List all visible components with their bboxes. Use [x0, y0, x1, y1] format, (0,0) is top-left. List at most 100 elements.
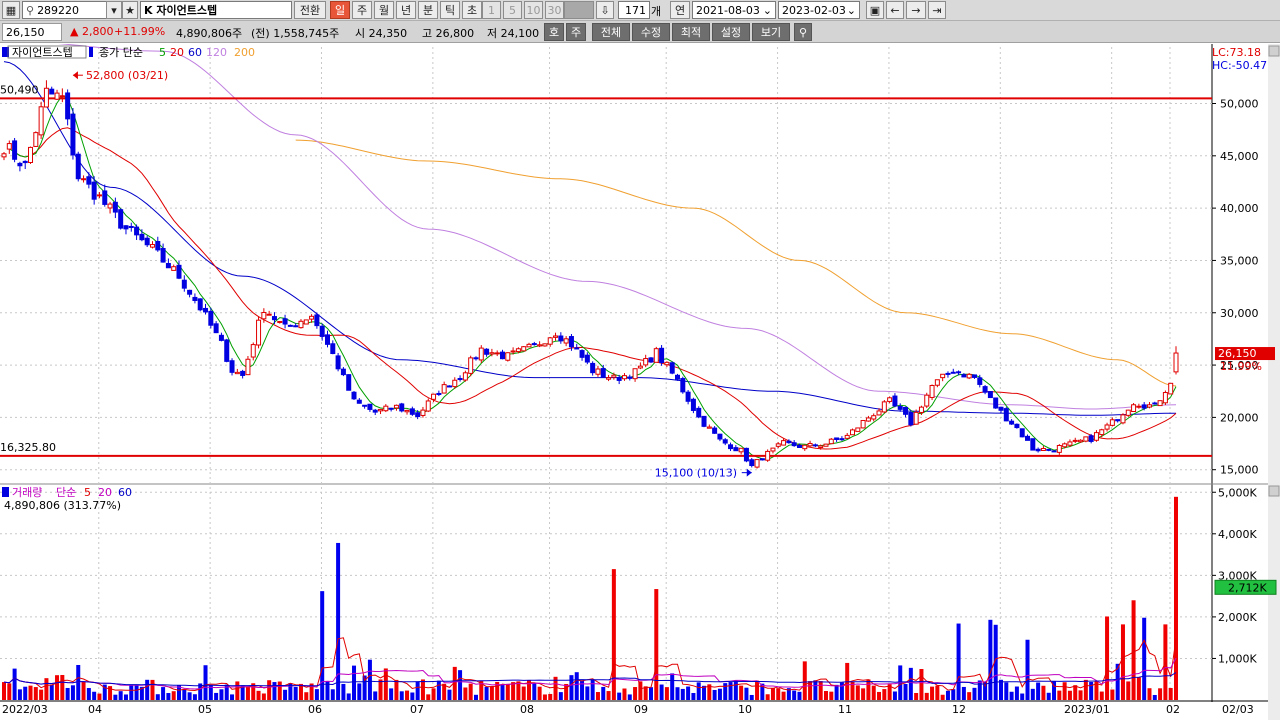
period-tab-3[interactable]: 년: [396, 1, 416, 19]
candle-body: [1173, 352, 1179, 373]
candle-body: [81, 178, 87, 181]
volume-bar: [1041, 685, 1046, 700]
convert-button[interactable]: 전환: [294, 1, 326, 19]
interval-tab-1[interactable]: 5: [503, 1, 522, 19]
candle-body: [860, 419, 866, 429]
volume-bar: [749, 694, 754, 700]
period-tab-1[interactable]: 주: [352, 1, 372, 19]
candle-body: [775, 443, 781, 447]
start-date-input[interactable]: 2021-08-03 ⌄: [692, 1, 776, 19]
volume-bar: [755, 680, 760, 700]
year-button[interactable]: 연: [670, 1, 690, 19]
period-tab-0[interactable]: 일: [330, 1, 350, 19]
candle-body: [28, 146, 34, 163]
candle-body: [176, 264, 182, 279]
quote-button-0[interactable]: 호: [544, 23, 564, 41]
volume-bar: [1020, 693, 1025, 700]
candle-body: [786, 440, 792, 444]
volume-bar: [1014, 686, 1019, 700]
volume-legend-title: 거래량: [12, 486, 42, 499]
volume-bar: [935, 685, 940, 700]
volume-bar: [118, 691, 123, 700]
candle-body: [521, 346, 527, 352]
count-input[interactable]: 171: [618, 1, 650, 19]
candle-body: [924, 394, 930, 407]
volume-bar: [171, 691, 176, 700]
volume-bar: [1004, 682, 1009, 700]
chevron-down-icon[interactable]: ⌄: [763, 4, 772, 17]
volume-bar: [1136, 677, 1141, 700]
candle-body: [659, 347, 665, 363]
candle-body: [351, 391, 357, 400]
candle-body: [754, 459, 760, 468]
volume-bar: [622, 688, 627, 700]
candle-body: [876, 410, 882, 416]
grid-menu-icon[interactable]: ▦: [2, 1, 20, 19]
favorite-star-icon[interactable]: ★: [122, 1, 138, 19]
volume-bar: [1131, 600, 1136, 700]
candle-body: [945, 372, 951, 375]
period-tab-6[interactable]: 초: [462, 1, 482, 19]
vertical-scrollbar[interactable]: [1268, 44, 1280, 720]
volume-bar: [739, 685, 744, 700]
quote-button-3[interactable]: 수정: [632, 23, 670, 41]
fast-forward-icon[interactable]: ⇥: [928, 1, 946, 19]
interval-tab-3[interactable]: 30: [545, 1, 564, 19]
volume-bar: [829, 691, 834, 700]
candle-body: [372, 409, 378, 413]
stock-chart[interactable]: 2022/03 04 05 06 07 08 09 10 11 12 2023/01 02 02/03 1…: [0, 44, 1280, 720]
candle-body: [75, 153, 81, 180]
scroll-up-button[interactable]: [1268, 45, 1280, 57]
arrow-right-icon[interactable]: →: [906, 1, 926, 19]
candle-body: [823, 443, 829, 447]
volume-bar: [155, 694, 160, 700]
candle-body: [621, 375, 627, 380]
candle-body: [330, 343, 336, 355]
period-tab-2[interactable]: 월: [374, 1, 394, 19]
arrow-down-icon[interactable]: ⇩: [596, 1, 614, 19]
stock-code-input[interactable]: ⚲ 289220: [22, 1, 108, 19]
volume-bar: [855, 685, 860, 700]
volume-bar: [574, 672, 579, 700]
arrow-left-icon[interactable]: ←: [886, 1, 904, 19]
x-axis-label: 2022/03: [2, 703, 48, 716]
volume-bar: [410, 692, 415, 700]
candle-body: [526, 343, 532, 348]
candle-body: [1115, 419, 1121, 422]
stock-name-field[interactable]: K 자이언트스텝: [140, 1, 292, 19]
quote-button-1[interactable]: 주: [566, 23, 586, 41]
interval-tab-0[interactable]: 1: [482, 1, 501, 19]
save-icon[interactable]: ▣: [866, 1, 884, 19]
chevron-down-icon[interactable]: ⌄: [847, 4, 856, 17]
candle-body: [181, 279, 187, 289]
stock-dropdown-button[interactable]: ▾: [106, 1, 122, 19]
candle-body: [160, 248, 166, 263]
candle-body: [356, 399, 362, 404]
scroll-up-button[interactable]: [1268, 485, 1280, 497]
x-axis-label: 2023/01: [1064, 703, 1110, 716]
candle-body: [1056, 444, 1062, 453]
candle-body: [1067, 441, 1073, 446]
quote-button-4[interactable]: 최적: [672, 23, 710, 41]
end-date-input[interactable]: 2023-02-03 ⌄: [778, 1, 860, 19]
period-tab-5[interactable]: 틱: [440, 1, 460, 19]
period-tab-4[interactable]: 분: [418, 1, 438, 19]
volume-axis-label: 1,000K: [1218, 652, 1257, 665]
pin-icon[interactable]: ⚲: [794, 23, 812, 41]
candle-body: [574, 347, 580, 350]
candle-body: [1093, 432, 1099, 441]
interval-custom-box[interactable]: [564, 1, 594, 19]
quote-button-6[interactable]: 보기: [752, 23, 790, 41]
volume-bar: [192, 694, 197, 700]
volume-bar: [776, 688, 781, 700]
quote-button-2[interactable]: 전체: [592, 23, 630, 41]
interval-tab-2[interactable]: 10: [524, 1, 543, 19]
volume-bar: [691, 692, 696, 700]
quote-button-5[interactable]: 설정: [712, 23, 750, 41]
candle-body: [1141, 404, 1147, 409]
volume-bar: [28, 685, 33, 700]
volume-bar: [882, 689, 887, 700]
volume-bar: [670, 673, 675, 700]
volume-bar: [123, 694, 128, 700]
quote-bar: 26,150 ▲ 2,800 +11.99% 4,890,806주 (전) 1,…: [0, 21, 1280, 43]
